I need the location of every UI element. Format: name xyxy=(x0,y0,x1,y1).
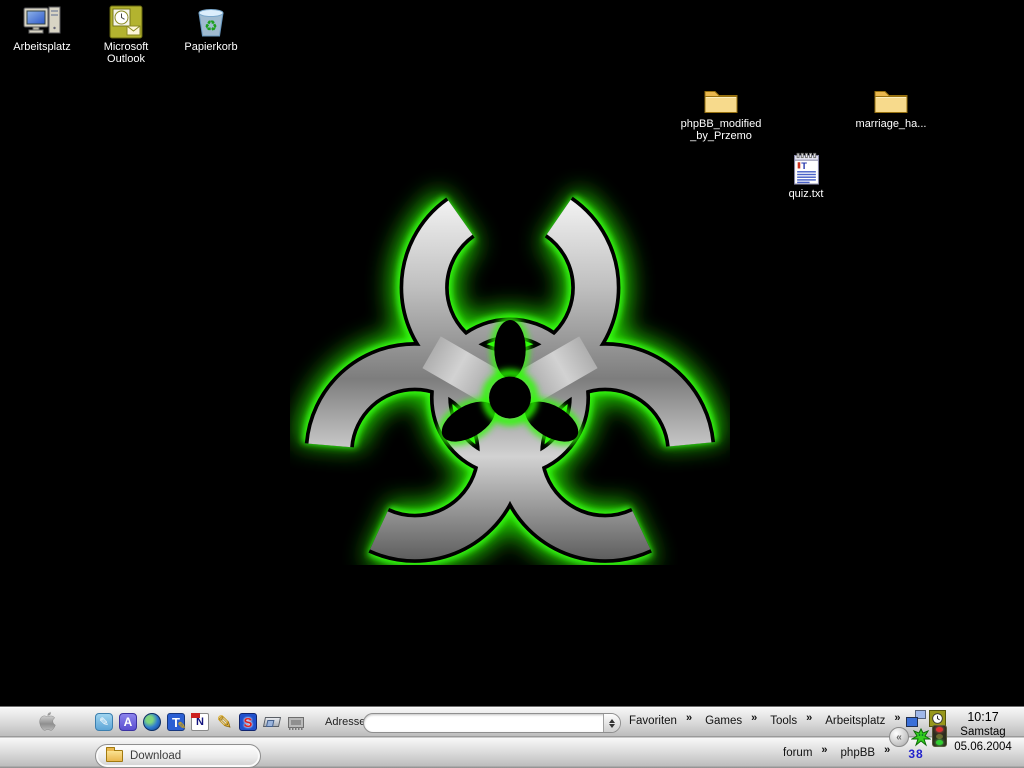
toolbar-menus-top: Favoriten » Games » Tools » Arbeitsplatz… xyxy=(629,715,913,727)
address-spinner-button[interactable] xyxy=(603,714,620,732)
text-file-icon: T xyxy=(766,150,846,186)
svg-text:♻: ♻ xyxy=(204,18,217,35)
chevron-icon: » xyxy=(894,712,900,724)
desktop-icon-papierkorb[interactable]: ♻ Papierkorb xyxy=(171,3,251,53)
folder-icon xyxy=(106,750,123,762)
spinner-up-icon xyxy=(609,719,615,723)
clock-day: Samstag xyxy=(948,725,1018,740)
my-computer-icon xyxy=(2,3,82,39)
traffic-light-icon[interactable] xyxy=(932,725,947,747)
chevron-icon: » xyxy=(821,744,827,756)
menu-phpbb[interactable]: phpBB » xyxy=(841,747,891,759)
apple-logo-icon xyxy=(36,711,58,736)
chevron-icon: » xyxy=(806,712,812,724)
menu-favoriten[interactable]: Favoriten » xyxy=(629,715,692,727)
address-input[interactable] xyxy=(364,714,603,732)
menu-arbeitsplatz[interactable]: Arbeitsplatz » xyxy=(825,715,900,727)
n-document-icon[interactable]: N xyxy=(190,712,210,732)
address-label: Adresse xyxy=(325,716,365,728)
clock-time: 10:17 xyxy=(948,710,1018,725)
desktop-icon-phpbb-folder[interactable]: phpBB_modified_by_Przemo xyxy=(671,80,771,142)
desktop-icon-quiz-txt[interactable]: T quiz.txt xyxy=(766,150,846,200)
desktop-icon-marriage-folder[interactable]: marriage_ha... xyxy=(841,80,941,130)
scanner-icon[interactable] xyxy=(262,712,282,732)
desktop-icon-label: Papierkorb xyxy=(171,41,251,53)
collapse-tray-button[interactable]: « xyxy=(889,727,909,747)
outlook-clock-icon xyxy=(86,3,166,39)
desktop-icon-arbeitsplatz[interactable]: Arbeitsplatz xyxy=(2,3,82,53)
desktop-icon-label: marriage_ha... xyxy=(841,118,941,130)
tray-clock[interactable]: 10:17 Samstag 05.06.2004 xyxy=(948,710,1018,755)
desktop-icon-label: MicrosoftOutlook xyxy=(86,41,166,65)
recycle-bin-icon: ♻ xyxy=(171,3,251,39)
taskbar-window-button-download[interactable]: Download xyxy=(95,744,261,768)
tray-indicator-38[interactable]: 38 xyxy=(903,747,929,761)
chevron-icon: » xyxy=(686,712,692,724)
desktop-icon-microsoft-outlook[interactable]: MicrosoftOutlook xyxy=(86,3,166,65)
menu-games[interactable]: Games » xyxy=(705,715,757,727)
text-editor-icon[interactable]: T✎ xyxy=(166,712,186,732)
desktop-icon-label: phpBB_modified_by_Przemo xyxy=(671,118,771,142)
clock-date: 05.06.2004 xyxy=(948,740,1018,755)
folder-icon xyxy=(671,80,771,116)
desktop-icon-label: Arbeitsplatz xyxy=(2,41,82,53)
desktop-icon-label: quiz.txt xyxy=(766,188,846,200)
s-app-icon[interactable]: S xyxy=(238,712,258,732)
folder-icon xyxy=(841,80,941,116)
menu-forum[interactable]: forum » xyxy=(783,747,828,759)
toolbar-menus-bottom: forum » phpBB » xyxy=(783,747,903,759)
gold-pen-icon[interactable]: ✎ xyxy=(214,712,234,732)
letter-a-app-icon[interactable]: A xyxy=(118,712,138,732)
biohazard-wallpaper-symbol xyxy=(290,162,730,565)
compose-note-icon[interactable]: ✎ xyxy=(94,712,114,732)
apple-start-button[interactable] xyxy=(32,711,62,735)
taskbar: ✎ A T✎ N ✎ S Adresse Favoriten » Games » xyxy=(0,706,1024,768)
memory-chip-icon[interactable] xyxy=(286,712,306,732)
address-combo xyxy=(363,713,621,733)
desktop: Arbeitsplatz MicrosoftOutlook ♻ xyxy=(0,0,1024,768)
svg-text:T: T xyxy=(801,161,807,171)
network-monitors-icon[interactable] xyxy=(906,710,926,727)
menu-tools[interactable]: Tools » xyxy=(770,715,812,727)
chevron-icon: » xyxy=(751,712,757,724)
globe-icon[interactable] xyxy=(142,712,162,732)
spinner-down-icon xyxy=(609,724,615,728)
